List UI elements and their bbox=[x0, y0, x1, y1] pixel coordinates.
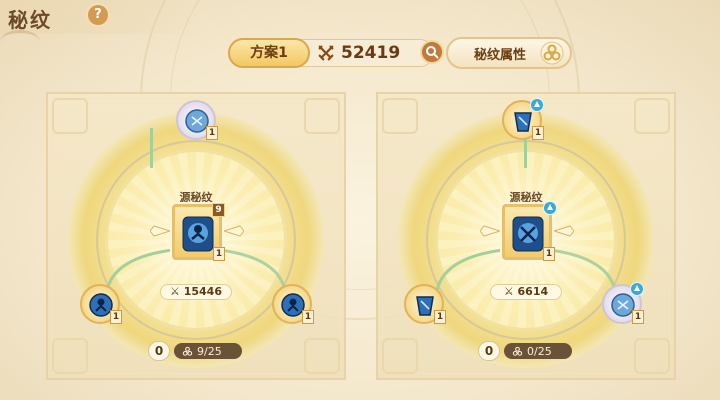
rune-count-badge: 1 bbox=[213, 247, 225, 261]
link-line-top bbox=[150, 128, 153, 168]
rune-set-panel-2: 1 源秘纹 1 ⚔ 6614 1 1 0 0/25 bbox=[376, 92, 676, 380]
level-pill: 0 bbox=[148, 341, 170, 361]
corner-ornament bbox=[52, 98, 88, 134]
swords-glyph: ⚔ bbox=[170, 285, 184, 298]
swords-glyph: ⚔ bbox=[503, 285, 518, 298]
rune-count-badge: 1 bbox=[543, 247, 555, 261]
rune-slot-top[interactable]: 1 bbox=[502, 98, 544, 140]
rune-slot-right[interactable]: 1 bbox=[272, 284, 314, 324]
rune-set-panel-1: 1 源秘纹 9 1 ⚔ 15446 1 1 0 9/25 bbox=[46, 92, 346, 380]
corner-ornament bbox=[304, 98, 340, 134]
corner-ornament bbox=[634, 98, 670, 134]
rune-progress-text: 9/25 bbox=[197, 344, 222, 358]
rune-count-badge: 1 bbox=[110, 310, 122, 324]
source-rune-power: ⚔ 6614 bbox=[490, 284, 562, 300]
upgrade-arrow-icon bbox=[543, 201, 557, 215]
total-power-display: 52419 bbox=[296, 39, 434, 67]
source-rune-label: 源秘纹 bbox=[509, 191, 543, 204]
rune-count-badge: 1 bbox=[532, 126, 544, 140]
source-rune-power-value: 15446 bbox=[183, 285, 222, 298]
corner-ornament bbox=[382, 98, 418, 134]
rune-count-badge: 1 bbox=[632, 310, 644, 324]
level-pill: 0 bbox=[478, 341, 500, 361]
crossed-swords-icon bbox=[318, 45, 334, 61]
wing-ornament-right bbox=[224, 225, 244, 237]
rune-count-badge: 1 bbox=[434, 310, 446, 324]
rune-progress-pill: 9/25 bbox=[174, 343, 242, 359]
rune-count-badge: 1 bbox=[302, 310, 314, 324]
plan-button[interactable]: 方案1 bbox=[228, 38, 310, 68]
upgrade-arrow-icon bbox=[630, 282, 644, 296]
corner-ornament bbox=[634, 338, 670, 374]
rune-progress-pill: 0/25 bbox=[504, 343, 572, 359]
page-title: 秘纹 bbox=[8, 8, 52, 32]
triskelion-icon bbox=[540, 41, 564, 65]
header-ornament bbox=[0, 30, 40, 54]
wing-ornament-right bbox=[554, 225, 574, 237]
wing-ornament-left bbox=[480, 225, 500, 237]
rune-slot-left[interactable]: 1 bbox=[80, 284, 122, 324]
rune-attributes-button[interactable]: 秘纹属性 bbox=[446, 37, 572, 69]
triskelion-icon bbox=[182, 346, 193, 356]
rune-count-badge: 1 bbox=[206, 126, 218, 140]
corner-ornament bbox=[304, 338, 340, 374]
wing-ornament-left bbox=[150, 225, 170, 237]
upgrade-arrow-icon bbox=[530, 98, 544, 112]
source-rune-gem-icon bbox=[512, 216, 544, 252]
total-power-value: 52419 bbox=[341, 43, 401, 63]
search-icon bbox=[426, 46, 439, 59]
triskelion-icon bbox=[512, 346, 523, 356]
help-button[interactable]: ? bbox=[88, 5, 108, 25]
rune-slot-top[interactable]: 1 bbox=[176, 100, 218, 140]
rune-slot-right[interactable]: 1 bbox=[602, 282, 644, 324]
corner-ornament bbox=[382, 338, 418, 374]
source-rune-slot[interactable]: 9 1 bbox=[172, 203, 225, 261]
source-rune-slot[interactable]: 1 bbox=[502, 201, 557, 261]
toolbar: 方案1 52419 秘纹属性 bbox=[228, 36, 572, 70]
source-rune-power: ⚔ 15446 bbox=[160, 284, 232, 300]
rune-slot-left[interactable]: 1 bbox=[404, 284, 446, 324]
source-rune-label: 源秘纹 bbox=[179, 191, 213, 204]
rune-progress-text: 0/25 bbox=[527, 344, 552, 358]
corner-ornament bbox=[52, 338, 88, 374]
search-button[interactable] bbox=[420, 40, 444, 64]
rune-level-badge: 9 bbox=[212, 203, 225, 217]
source-rune-gem-icon bbox=[182, 216, 214, 252]
rune-attributes-label: 秘纹属性 bbox=[474, 47, 527, 63]
source-rune-power-value: 6614 bbox=[517, 285, 549, 298]
